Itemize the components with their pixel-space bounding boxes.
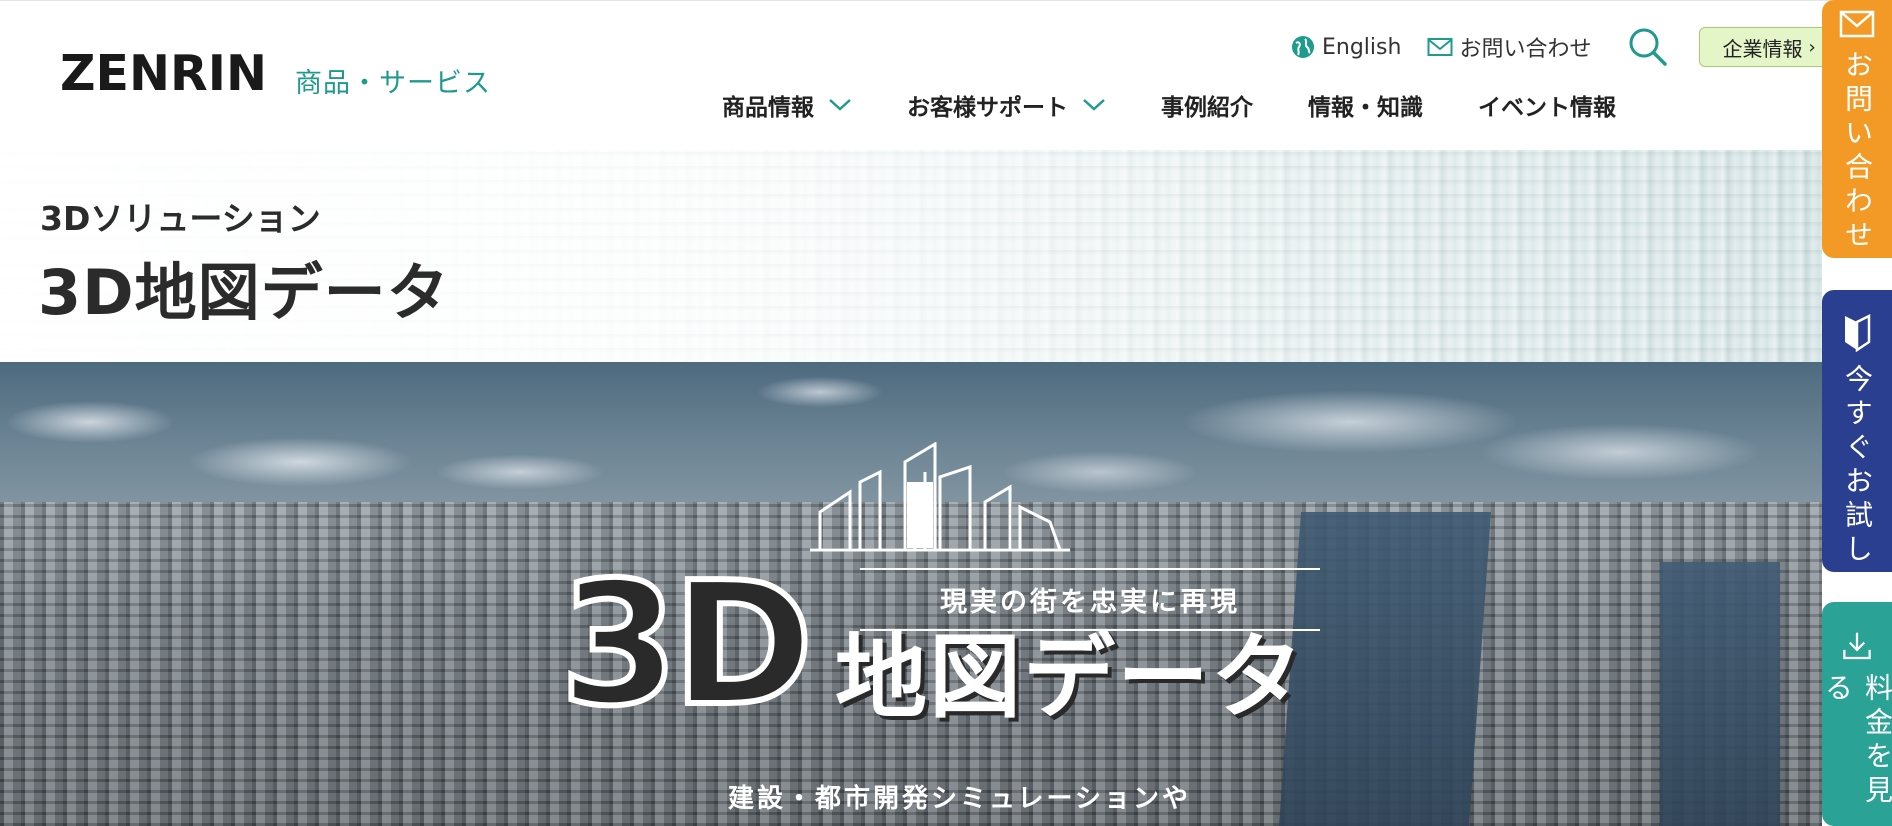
hero-tower <box>1660 562 1780 826</box>
main-nav: 商品情報 お客様サポート 事例紹介 情報・知識 イベント情報 <box>722 85 1616 125</box>
nav-products-label: 商品情報 <box>722 95 814 121</box>
download-icon <box>1843 632 1871 660</box>
side-tab-price[interactable]: 料金を見る <box>1821 602 1892 826</box>
nav-support-label: お客様サポート <box>907 95 1068 121</box>
hero-main-title: 地図データ <box>835 624 1306 731</box>
page-subtitle: 3Dソリューション <box>40 199 321 238</box>
corporate-info-label: 企業情報 <box>1722 36 1803 61</box>
mail-icon <box>1427 38 1453 56</box>
side-tab-trial[interactable]: 今すぐお試し <box>1822 290 1892 572</box>
nav-events[interactable]: イベント情報 <box>1478 88 1616 122</box>
site-header: ZENRIN 商品・サービス English お問い合わせ 企業情報 › 商品情… <box>0 0 1892 150</box>
side-tab-trial-label: 今すぐお試し <box>1841 364 1874 568</box>
hero-3d-text: 3D <box>557 546 816 744</box>
nav-products[interactable]: 商品情報 <box>722 88 852 122</box>
nav-knowledge[interactable]: 情報・知識 <box>1308 88 1423 122</box>
mail-icon <box>1839 10 1875 38</box>
side-tab-price-label: 料金を見る <box>1821 672 1892 809</box>
zenrin-logo[interactable]: ZENRIN <box>60 49 267 98</box>
nav-case-studies[interactable]: 事例紹介 <box>1161 88 1253 122</box>
contact-link[interactable]: お問い合わせ <box>1427 31 1591 63</box>
nav-events-label: イベント情報 <box>1478 95 1616 121</box>
hero-caption: 建設・都市開発シミュレーションや <box>728 784 1191 814</box>
search-button[interactable] <box>1627 26 1669 68</box>
side-tab-contact[interactable]: お問い合わせ <box>1822 0 1892 258</box>
english-link[interactable]: English <box>1290 34 1401 60</box>
nav-knowledge-label: 情報・知識 <box>1308 95 1423 121</box>
globe-icon <box>1292 36 1314 58</box>
nav-support[interactable]: お客様サポート <box>907 88 1106 122</box>
page-title: 3D地図データ <box>38 256 450 329</box>
service-label[interactable]: 商品・サービス <box>295 61 491 100</box>
hero-banner: 3D 現実の街を忠実に再現 地図データ 建設・都市開発シミュレーションや <box>0 362 1822 826</box>
nav-case-studies-label: 事例紹介 <box>1161 95 1253 121</box>
chevron-down-icon <box>829 99 851 111</box>
chevron-right-icon: › <box>1808 36 1816 58</box>
chevron-down-icon <box>1083 99 1105 111</box>
utility-bar: English お問い合わせ 企業情報 › <box>1290 27 1833 67</box>
corporate-info-button[interactable]: 企業情報 › <box>1699 27 1833 67</box>
hero-logo: 3D 現実の街を忠実に再現 地図データ 建設・都市開発シミュレーションや <box>557 442 1320 826</box>
building-icon <box>810 442 1070 552</box>
english-label: English <box>1322 34 1402 60</box>
search-icon <box>1629 28 1668 66</box>
contact-label: お問い合わせ <box>1459 37 1592 62</box>
hero-tagline: 現実の街を忠実に再現 <box>860 568 1320 631</box>
beginner-mark-icon <box>1845 314 1871 352</box>
side-tab-contact-label: お問い合わせ <box>1841 50 1874 254</box>
page-title-band: 3Dソリューション 3D地図データ <box>0 150 1822 362</box>
